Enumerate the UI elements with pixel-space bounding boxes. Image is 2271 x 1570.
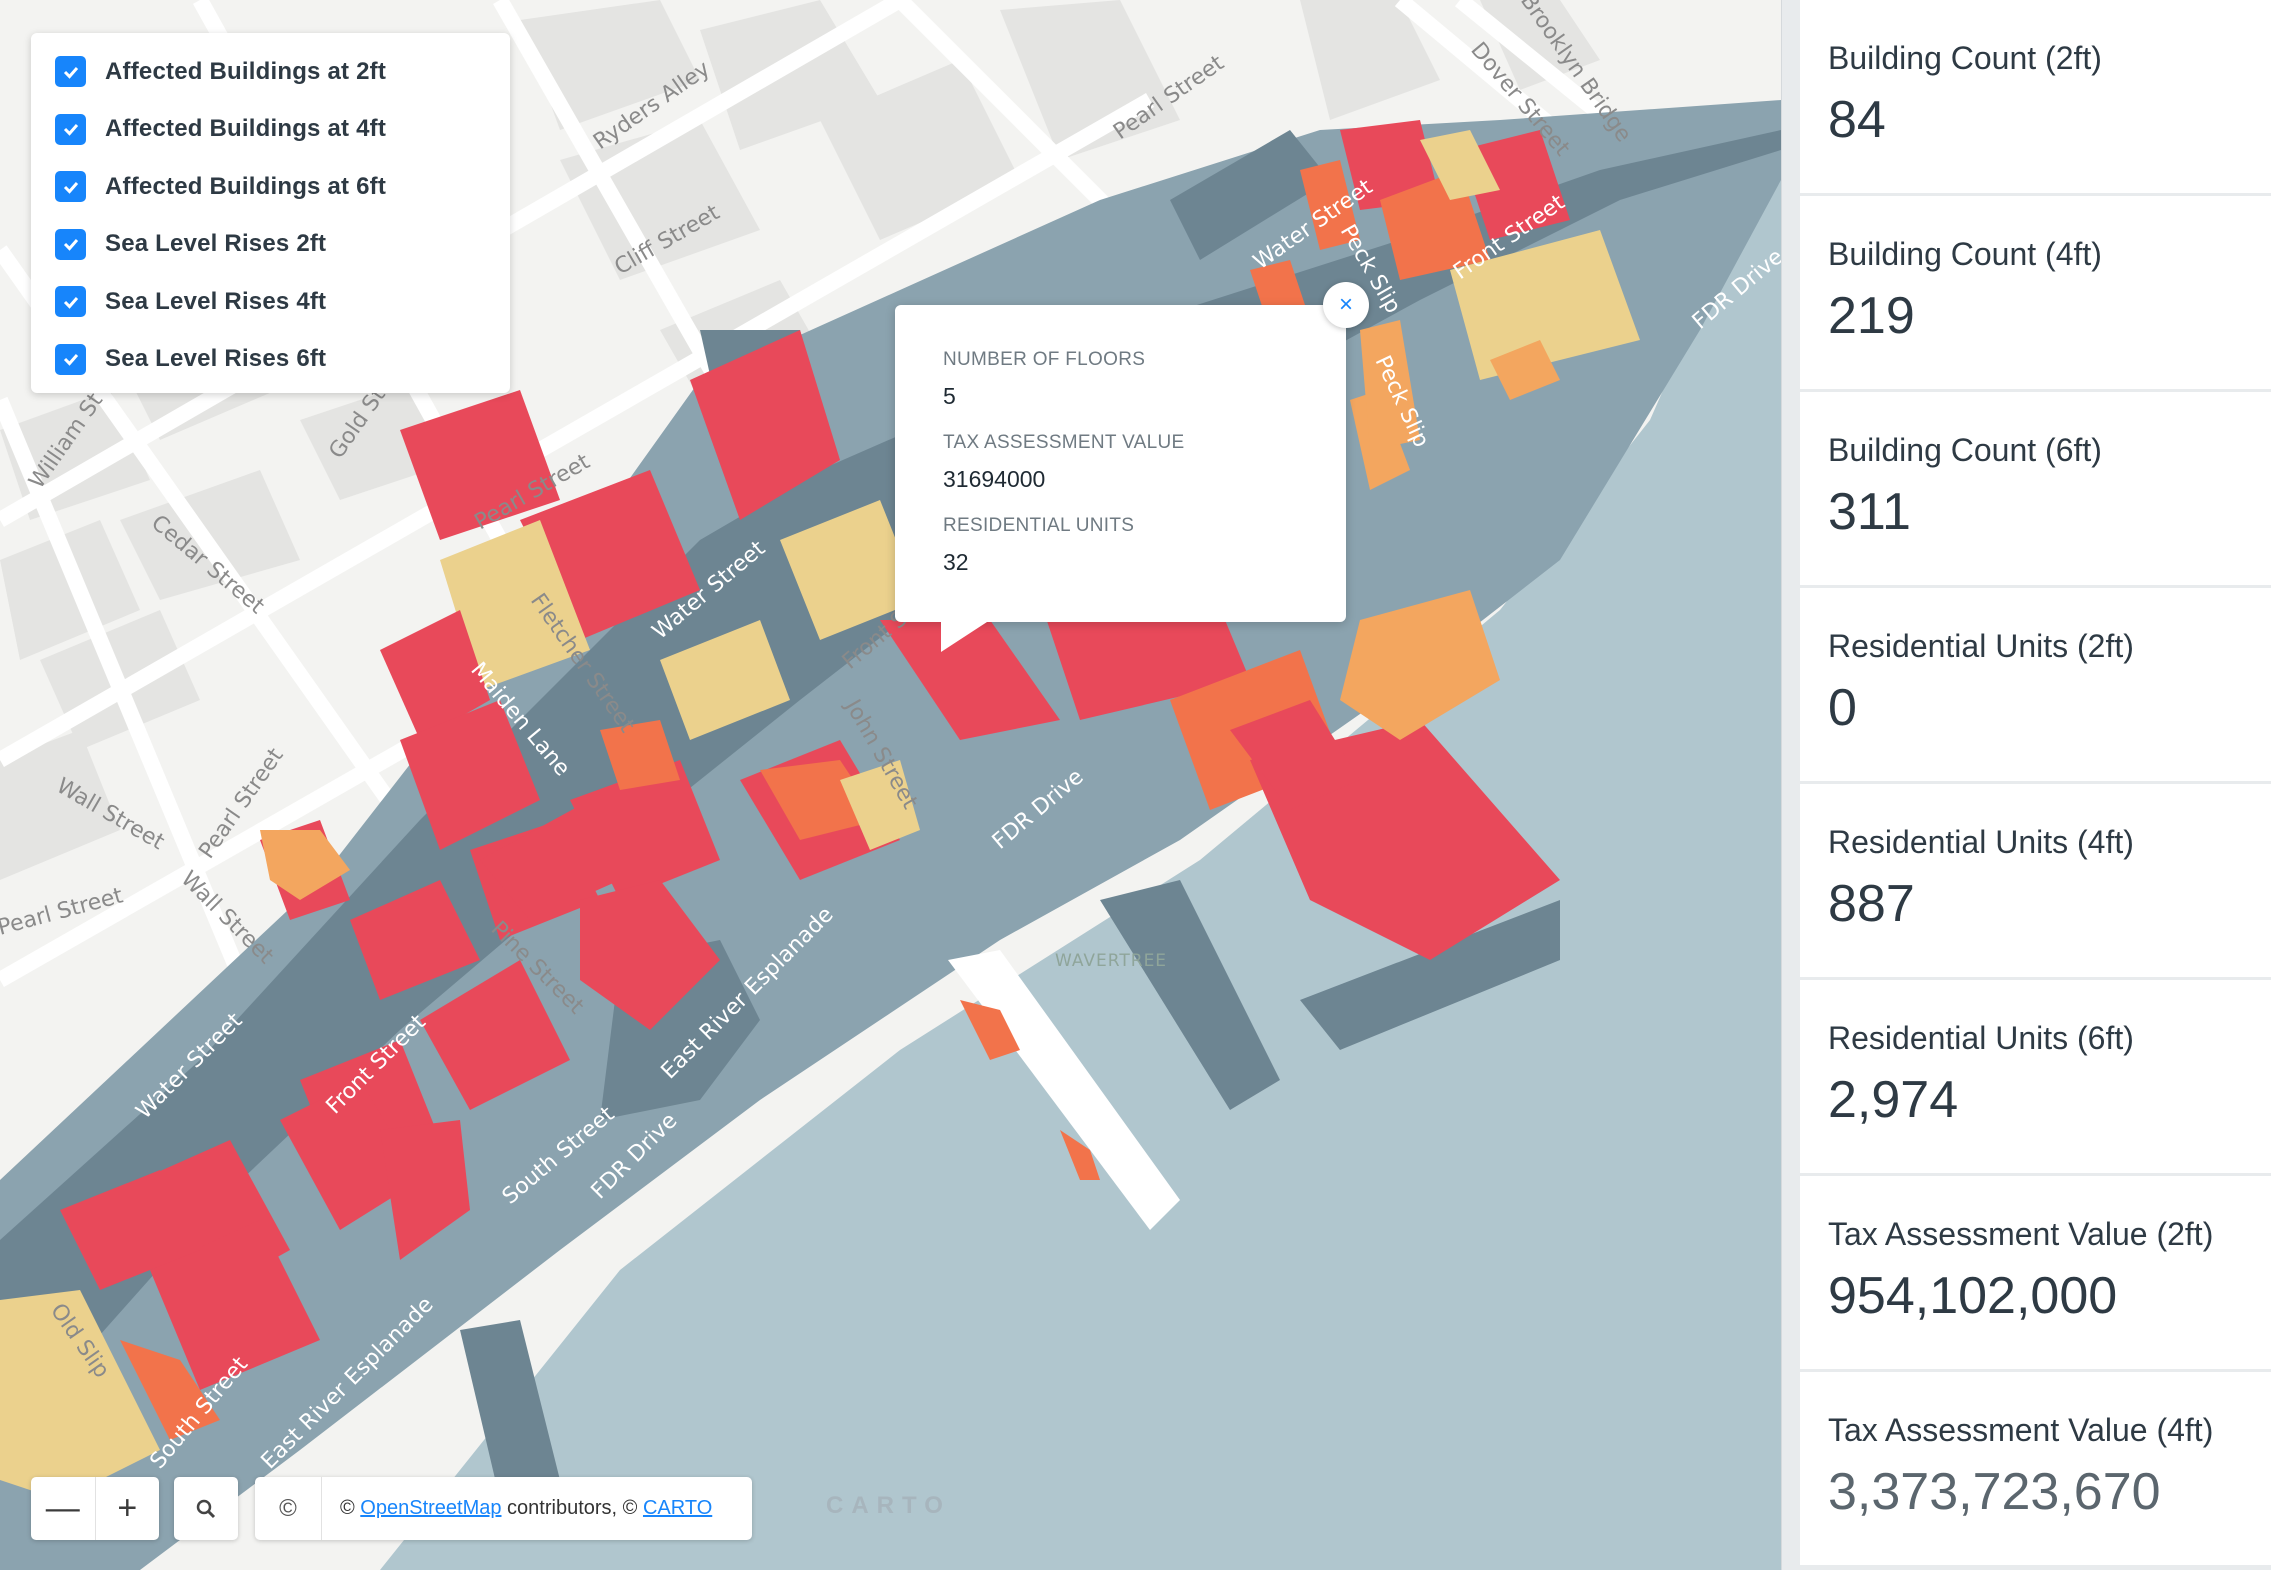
- checkbox-checked-icon[interactable]: [55, 343, 86, 375]
- osm-link[interactable]: OpenStreetMap: [360, 1497, 501, 1519]
- magnifier-icon: [196, 1499, 216, 1518]
- layer-row-buildings-2ft[interactable]: Affected Buildings at 2ft: [31, 43, 510, 101]
- stat-card-building-count-2ft: Building Count (2ft) 84: [1800, 0, 2271, 193]
- stat-value: 3,373,723,670: [1828, 1463, 2161, 1521]
- layer-label: Sea Level Rises 2ft: [105, 230, 327, 258]
- checkbox-checked-icon[interactable]: [55, 56, 86, 88]
- stat-card-tax-value-2ft: Tax Assessment Value (2ft) 954,102,000: [1800, 1176, 2271, 1369]
- zoom-in-button[interactable]: +: [96, 1477, 160, 1540]
- stat-title: Building Count (6ft): [1828, 432, 2102, 468]
- stat-title: Residential Units (2ft): [1828, 628, 2134, 664]
- checkbox-checked-icon[interactable]: [55, 286, 86, 318]
- stat-value: 219: [1828, 287, 1915, 345]
- attrib-prefix: ©: [340, 1497, 361, 1519]
- stat-value: 0: [1828, 679, 1857, 737]
- zoom-control: — +: [31, 1477, 159, 1540]
- map-canvas[interactable]: Ryders Alley Cliff Street Pearl Street D…: [0, 0, 1781, 1570]
- layer-row-buildings-6ft[interactable]: Affected Buildings at 6ft: [31, 158, 510, 216]
- stat-title: Tax Assessment Value (4ft): [1828, 1412, 2214, 1448]
- stat-card-residential-units-6ft: Residential Units (6ft) 2,974: [1800, 980, 2271, 1173]
- stat-card-residential-units-2ft: Residential Units (2ft) 0: [1800, 588, 2271, 781]
- layer-label: Affected Buildings at 6ft: [105, 172, 387, 200]
- popup-tax-label: TAX ASSESSMENT VALUE: [943, 432, 1185, 453]
- stat-title: Building Count (2ft): [1828, 40, 2102, 76]
- popup-close-button[interactable]: ×: [1323, 282, 1369, 328]
- stat-title: Residential Units (4ft): [1828, 824, 2134, 860]
- layer-row-sea-level-6ft[interactable]: Sea Level Rises 6ft: [31, 331, 510, 389]
- stat-value: 887: [1828, 875, 1915, 933]
- stat-value: 954,102,000: [1828, 1267, 2118, 1325]
- carto-logo: CARTO: [826, 1492, 951, 1519]
- zoom-out-button[interactable]: —: [31, 1477, 95, 1540]
- layer-label: Sea Level Rises 4ft: [105, 287, 327, 315]
- layer-row-buildings-4ft[interactable]: Affected Buildings at 4ft: [31, 101, 510, 159]
- stat-value: 311: [1828, 483, 1911, 541]
- popup-tax-value: 31694000: [943, 466, 1046, 492]
- search-button[interactable]: [174, 1477, 238, 1540]
- popup-tax: TAX ASSESSMENT VALUE 31694000: [943, 432, 1346, 493]
- stat-card-building-count-4ft: Building Count (4ft) 219: [1800, 196, 2271, 389]
- stat-card-building-count-6ft: Building Count (6ft) 311: [1800, 392, 2271, 585]
- checkbox-checked-icon[interactable]: [55, 228, 86, 260]
- layer-label: Affected Buildings at 2ft: [105, 57, 387, 85]
- carto-link[interactable]: CARTO: [643, 1497, 712, 1519]
- popup-floors-label: NUMBER OF FLOORS: [943, 349, 1146, 370]
- attribution-bar: © © OpenStreetMap contributors, © CARTO: [255, 1477, 752, 1540]
- stat-value: 84: [1828, 91, 1886, 149]
- checkbox-checked-icon[interactable]: [55, 171, 86, 203]
- layer-row-sea-level-2ft[interactable]: Sea Level Rises 2ft: [31, 216, 510, 274]
- stat-title: Building Count (4ft): [1828, 236, 2102, 272]
- checkbox-checked-icon[interactable]: [55, 113, 86, 145]
- stat-card-tax-value-4ft: Tax Assessment Value (4ft) 3,373,723,670: [1800, 1372, 2271, 1565]
- popup-floors-value: 5: [943, 383, 956, 409]
- layer-label: Sea Level Rises 6ft: [105, 345, 327, 373]
- popup-units-value: 32: [943, 549, 969, 575]
- stat-title: Tax Assessment Value (2ft): [1828, 1216, 2214, 1252]
- copyright-icon[interactable]: ©: [255, 1477, 322, 1540]
- stat-card-residential-units-4ft: Residential Units (4ft) 887: [1800, 784, 2271, 977]
- attrib-mid: contributors, ©: [501, 1497, 643, 1519]
- popup-floors: NUMBER OF FLOORS 5: [943, 349, 1346, 410]
- popup-units-label: RESIDENTIAL UNITS: [943, 515, 1135, 536]
- vessel-label: WAVERTREE: [1055, 951, 1167, 971]
- stat-value: 2,974: [1828, 1071, 1959, 1129]
- layer-control-panel: Affected Buildings at 2ft Affected Build…: [31, 33, 510, 393]
- popup-units: RESIDENTIAL UNITS 32: [943, 515, 1346, 576]
- stat-title: Residential Units (6ft): [1828, 1020, 2134, 1056]
- stats-sidebar: Building Count (2ft) 84 Building Count (…: [1781, 0, 2271, 1570]
- building-info-popup: NUMBER OF FLOORS 5 TAX ASSESSMENT VALUE …: [895, 305, 1346, 652]
- attribution-text: © OpenStreetMap contributors, © CARTO: [322, 1497, 712, 1520]
- layer-label: Affected Buildings at 4ft: [105, 115, 387, 143]
- layer-row-sea-level-4ft[interactable]: Sea Level Rises 4ft: [31, 273, 510, 331]
